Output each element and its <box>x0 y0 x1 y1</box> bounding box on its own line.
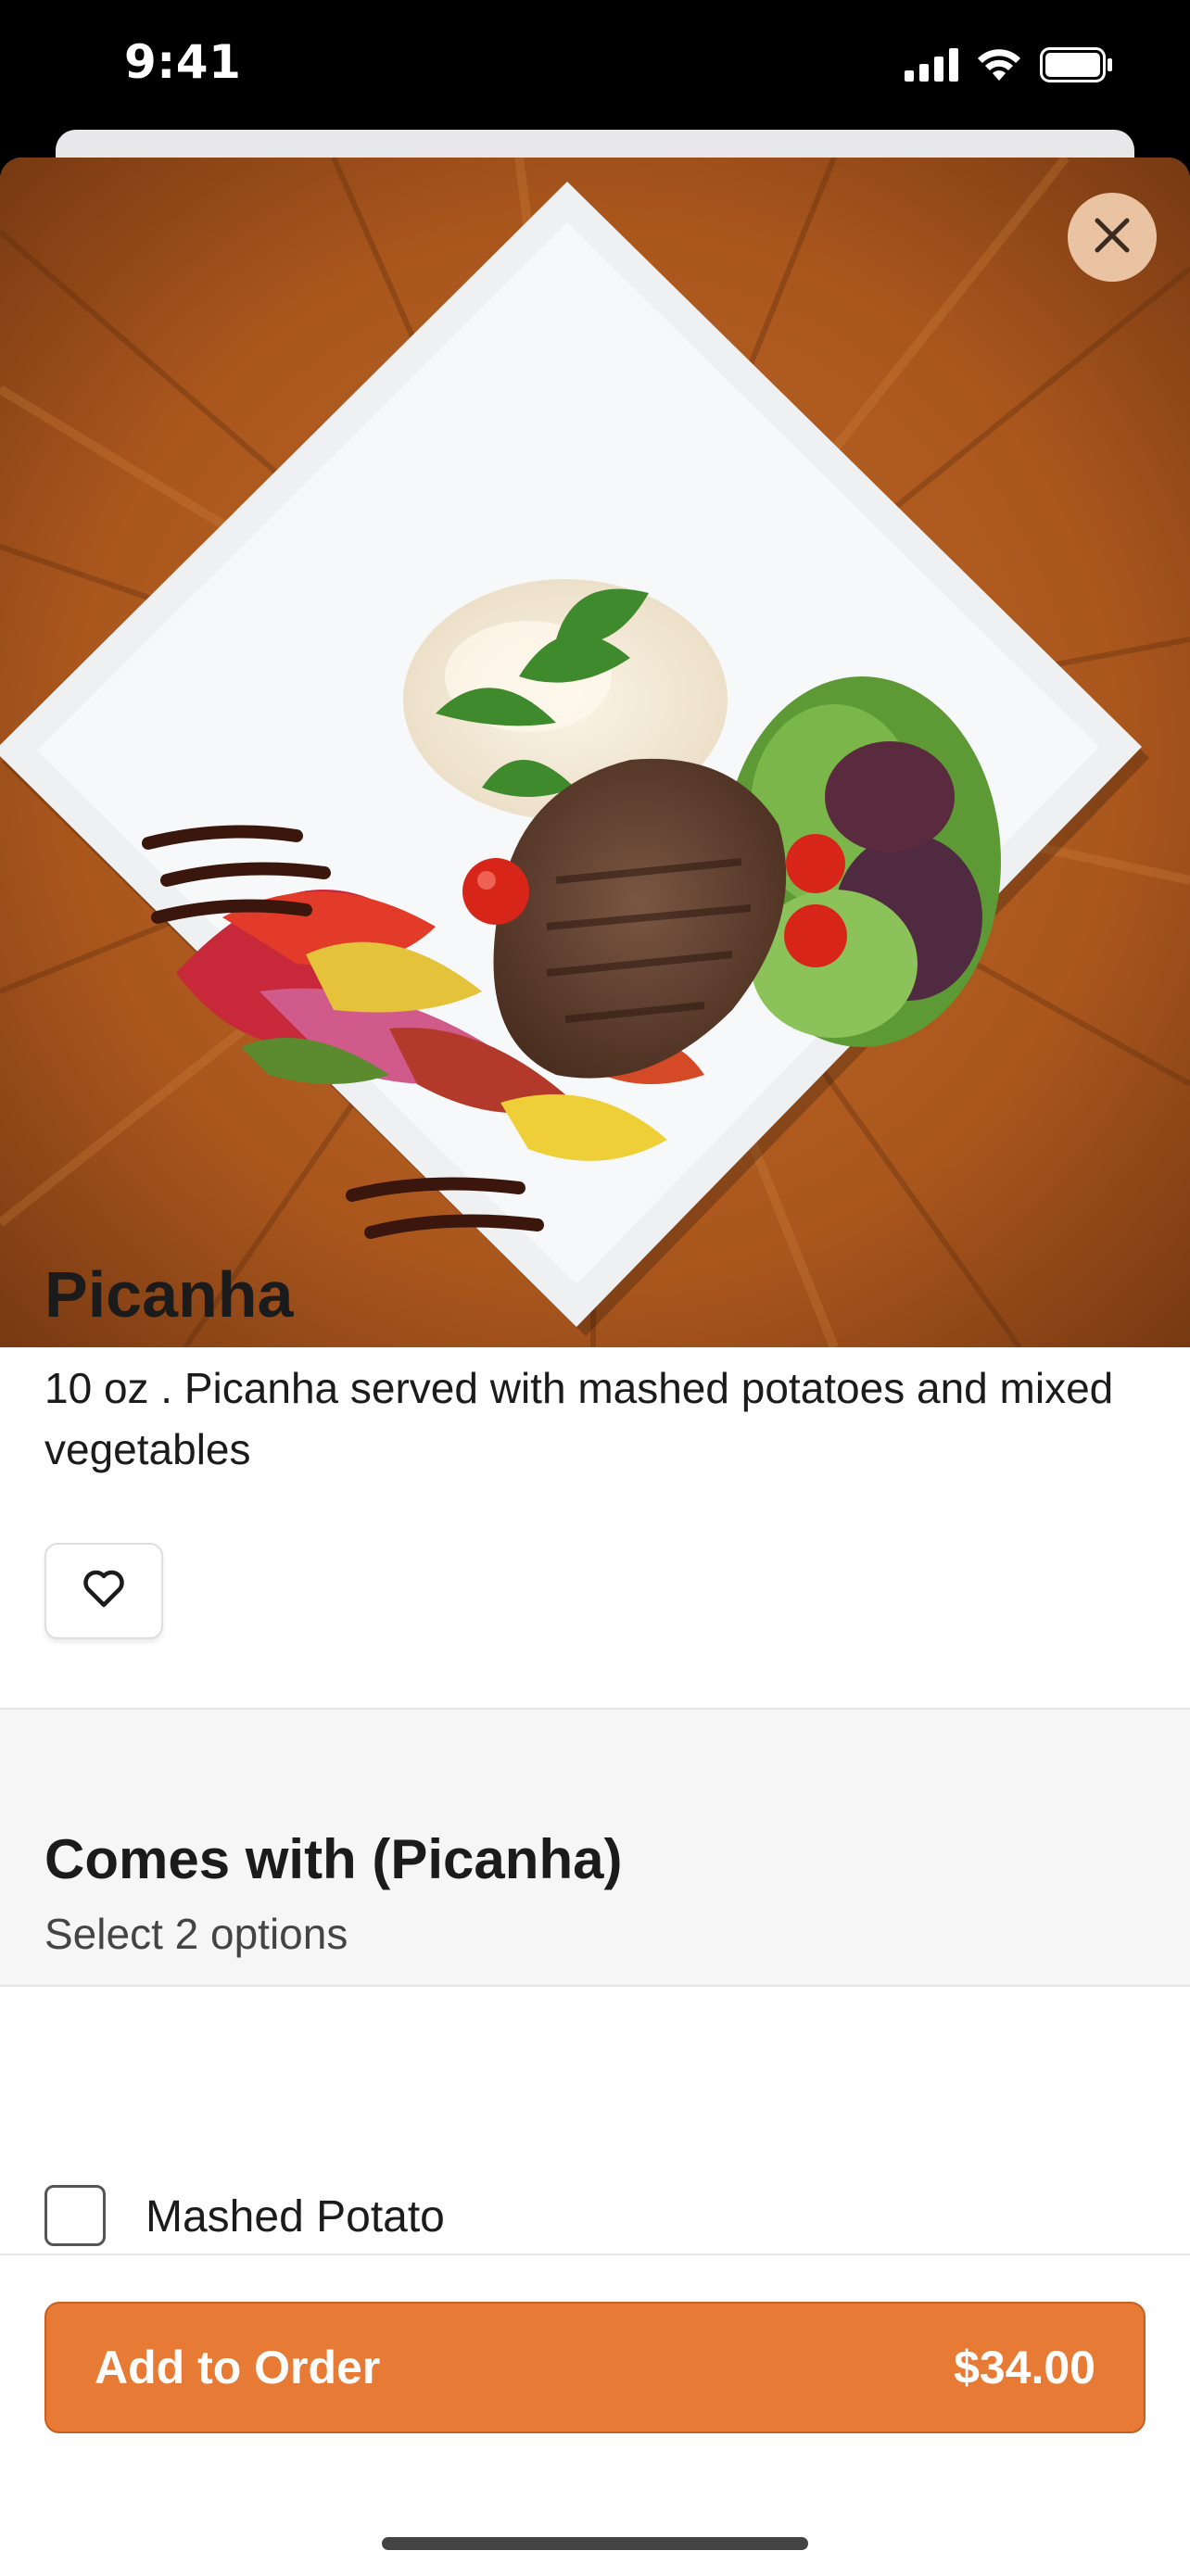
battery-icon <box>1040 46 1114 87</box>
home-indicator[interactable] <box>382 2537 808 2550</box>
item-title: Picanha <box>44 1258 294 1331</box>
option-group-title: Comes with (Picanha) <box>44 1828 623 1890</box>
status-icons <box>905 46 1114 87</box>
item-photo <box>0 158 1190 1347</box>
status-bar: 9:41 <box>0 0 1190 134</box>
option-checkbox[interactable] <box>44 2185 106 2246</box>
order-price: $34.00 <box>954 2342 1095 2393</box>
item-description: 10 oz . Picanha served with mashed potat… <box>44 1364 1114 1473</box>
wifi-icon <box>975 47 1023 87</box>
option-group-subtitle: Select 2 options <box>44 1910 348 1958</box>
add-to-order-button[interactable]: Add to Order $34.00 <box>44 2302 1146 2433</box>
status-time: 9:41 <box>124 35 242 89</box>
favorite-button[interactable] <box>44 1543 163 1639</box>
add-to-order-label: Add to Order <box>95 2342 381 2393</box>
option-label: Mashed Potato <box>146 2192 445 2241</box>
close-button[interactable] <box>1068 193 1157 282</box>
cellular-signal-icon <box>905 47 958 86</box>
close-icon <box>1092 215 1133 260</box>
heart-icon <box>82 1570 125 1613</box>
